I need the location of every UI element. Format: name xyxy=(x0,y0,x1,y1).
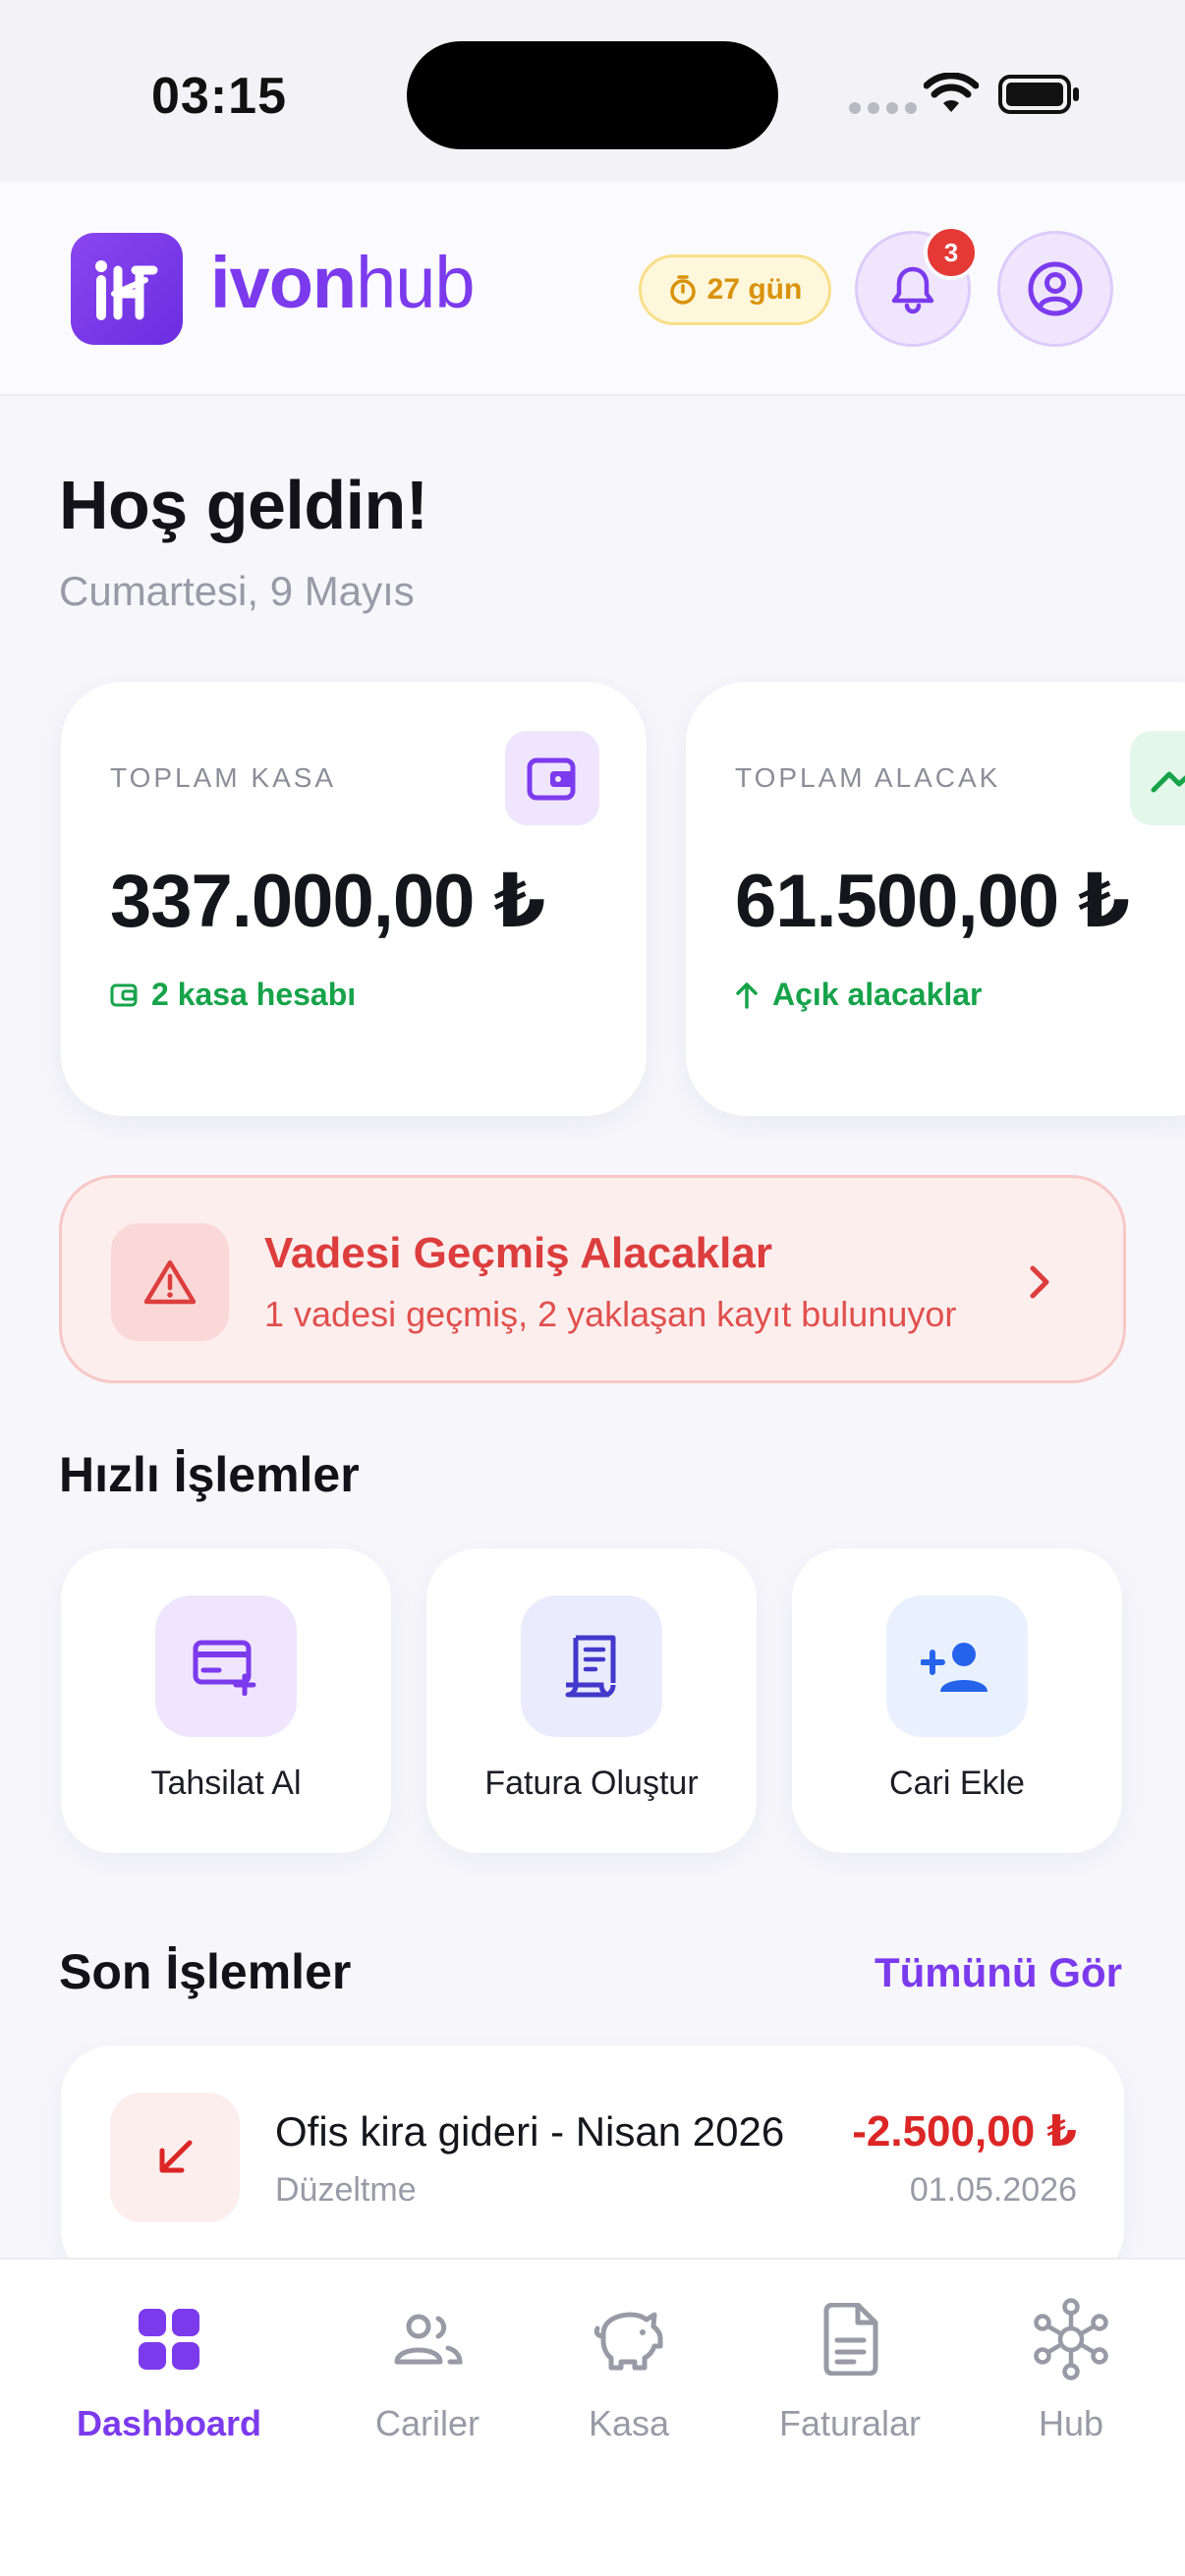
wallet-icon xyxy=(505,731,599,825)
arrow-down-left-icon xyxy=(110,2093,240,2222)
person-add-icon xyxy=(886,1596,1028,1737)
brand-logo-icon[interactable] xyxy=(71,233,183,345)
greeting-date: Cumartesi, 9 Mayıs xyxy=(59,568,415,614)
greeting-title: Hoş geldin! xyxy=(59,467,428,543)
quick-actions-title: Hızlı İşlemler xyxy=(59,1447,360,1502)
trend-up-icon xyxy=(1130,731,1185,825)
warning-icon xyxy=(111,1223,229,1341)
arrow-up-icon xyxy=(736,981,758,1009)
bell-icon xyxy=(891,266,934,314)
nav-item-cariler[interactable]: Cariler xyxy=(354,2295,501,2444)
collect-payment-button[interactable]: Tahsilat Al xyxy=(61,1548,391,1853)
document-icon xyxy=(820,2295,879,2383)
total-cash-card[interactable]: TOPLAM KASA 337.000,00 ₺ 2 kasa hesabı xyxy=(61,682,647,1116)
alert-title: Vadesi Geçmiş Alacaklar xyxy=(264,1229,772,1277)
transaction-date: 01.05.2026 xyxy=(909,2171,1077,2209)
battery-icon xyxy=(998,75,1079,114)
quick-action-label: Cari Ekle xyxy=(889,1764,1025,1802)
chevron-right-icon xyxy=(1030,1265,1049,1299)
nav-item-faturalar[interactable]: Faturalar xyxy=(757,2295,943,2444)
card-plus-icon xyxy=(155,1596,297,1737)
quick-action-label: Fatura Oluştur xyxy=(484,1764,699,1802)
notification-count-badge: 3 xyxy=(924,225,979,280)
receipt-icon xyxy=(521,1596,662,1737)
bottom-navigation: Dashboard Cariler Kasa Faturalar Hub xyxy=(0,2258,1185,2576)
nav-item-kasa[interactable]: Kasa xyxy=(570,2295,688,2444)
piggy-bank-icon xyxy=(592,2295,666,2383)
wallet-small-icon xyxy=(110,983,138,1006)
transaction-row[interactable]: Ofis kira gideri - Nisan 2026 Düzeltme -… xyxy=(61,2045,1124,2281)
transaction-title: Ofis kira gideri - Nisan 2026 xyxy=(275,2108,785,2155)
nav-item-hub[interactable]: Hub xyxy=(1012,2295,1130,2444)
timer-icon xyxy=(669,275,696,305)
stat-subtitle: 2 kasa hesabı xyxy=(110,977,356,1013)
user-icon xyxy=(1028,261,1083,316)
status-time: 03:15 xyxy=(151,68,287,125)
nav-label: Dashboard xyxy=(76,2403,262,2443)
signal-icon xyxy=(849,102,917,114)
wifi-icon xyxy=(924,73,979,112)
stat-label: TOPLAM KASA xyxy=(110,762,337,793)
grid-icon xyxy=(137,2295,201,2383)
people-icon xyxy=(391,2295,464,2383)
transaction-type: Düzeltme xyxy=(275,2171,417,2209)
nav-label: Kasa xyxy=(588,2403,670,2443)
nav-label: Faturalar xyxy=(778,2403,922,2443)
create-invoice-button[interactable]: Fatura Oluştur xyxy=(426,1548,757,1853)
recent-transactions-title: Son İşlemler xyxy=(59,1944,352,1999)
app-header: ivonhub 27 gün 3 xyxy=(0,182,1185,396)
brand-name: ivonhub xyxy=(210,242,476,323)
stat-value: 337.000,00 ₺ xyxy=(110,860,545,943)
nav-label: Hub xyxy=(1038,2403,1104,2443)
overdue-receivables-alert[interactable]: Vadesi Geçmiş Alacaklar 1 vadesi geçmiş,… xyxy=(59,1175,1126,1383)
transaction-amount: -2.500,00 ₺ xyxy=(852,2107,1077,2156)
total-receivable-card[interactable]: TOPLAM ALACAK 61.500,00 ₺ Açık alacaklar xyxy=(686,682,1185,1116)
nav-item-dashboard[interactable]: Dashboard xyxy=(71,2295,267,2444)
nav-label: Cariler xyxy=(374,2403,480,2443)
quick-action-label: Tahsilat Al xyxy=(150,1764,302,1802)
dynamic-island xyxy=(407,41,778,149)
alert-description: 1 vadesi geçmiş, 2 yaklaşan kayıt bulunu… xyxy=(264,1294,957,1334)
status-bar: 03:15 xyxy=(0,0,1185,182)
hub-network-icon xyxy=(1029,2295,1113,2383)
trial-days-badge[interactable]: 27 gün xyxy=(639,254,831,325)
profile-button[interactable] xyxy=(997,231,1113,347)
stat-label: TOPLAM ALACAK xyxy=(735,762,1001,793)
trial-days-label: 27 gün xyxy=(706,273,803,306)
see-all-link[interactable]: Tümünü Gör xyxy=(875,1949,1122,1996)
stat-subtitle: Açık alacaklar xyxy=(735,977,983,1013)
stat-value: 61.500,00 ₺ xyxy=(735,860,1130,943)
add-account-button[interactable]: Cari Ekle xyxy=(792,1548,1122,1853)
